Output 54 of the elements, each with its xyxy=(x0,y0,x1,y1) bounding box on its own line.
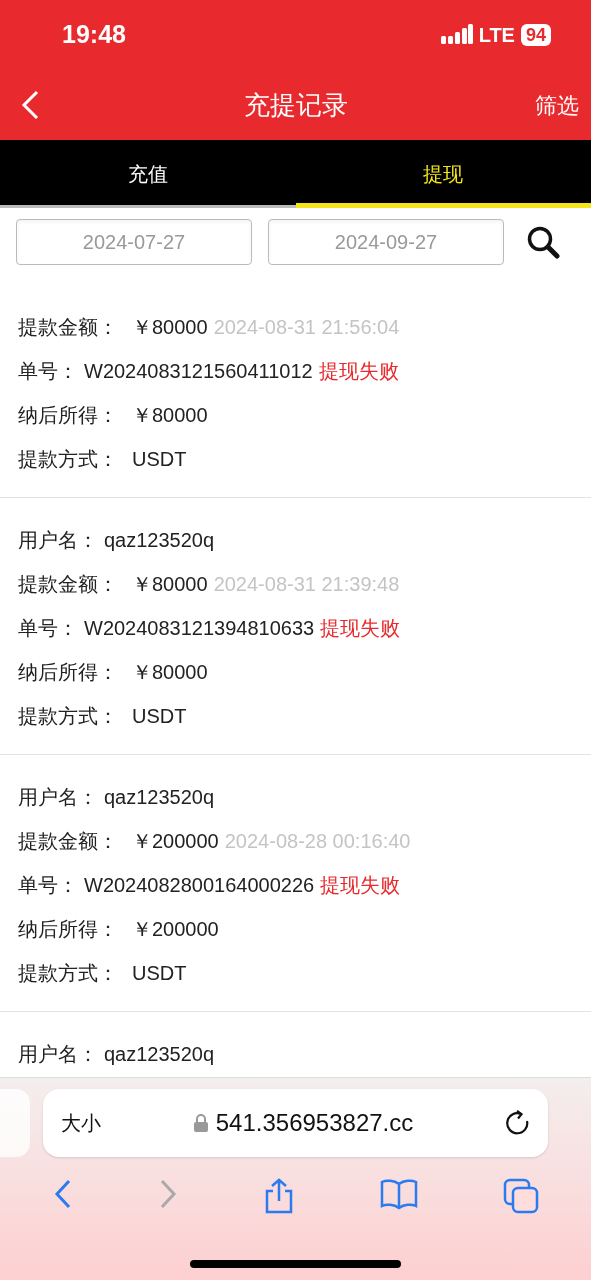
method-value: USDT xyxy=(132,704,187,729)
back-icon[interactable] xyxy=(20,90,40,120)
field-label: 纳后所得： xyxy=(18,917,118,942)
field-label: 提款方式： xyxy=(18,704,118,729)
field-label: 单号： xyxy=(18,873,78,898)
record-time: 2024-08-31 21:39:48 xyxy=(213,572,400,597)
search-icon[interactable] xyxy=(526,224,560,259)
text-size-button[interactable]: 大小 xyxy=(61,1108,101,1138)
net-amount: ￥80000 xyxy=(132,660,208,685)
field-label: 用户名： xyxy=(18,528,98,553)
field-label: 提款方式： xyxy=(18,961,118,986)
method-value: USDT xyxy=(132,961,187,986)
method-value: USDT xyxy=(132,447,187,472)
tab[interactable]: 充值 xyxy=(0,140,296,208)
field-label: 提款金额： xyxy=(18,829,118,854)
status-text: 提现失败 xyxy=(318,359,399,384)
record-time: 2024-08-28 00:16:40 xyxy=(224,829,411,854)
reload-icon[interactable] xyxy=(506,1110,530,1136)
field-label: 提款金额： xyxy=(18,572,118,597)
lock-icon xyxy=(193,1114,208,1132)
tabs-icon[interactable] xyxy=(502,1178,539,1214)
amount-value: ￥200000 xyxy=(132,829,219,854)
back-icon[interactable] xyxy=(52,1178,73,1210)
field-label: 用户名： xyxy=(18,785,98,810)
record-time: 2024-08-31 21:56:04 xyxy=(213,315,400,340)
field-label: 提款金额： xyxy=(18,315,118,340)
order-number: W2024083121394810633 xyxy=(84,616,315,641)
tab[interactable]: 提现 xyxy=(295,140,591,208)
field-label: 单号： xyxy=(18,359,78,384)
field-label: 纳后所得： xyxy=(18,403,118,428)
field-label: 单号： xyxy=(18,616,78,641)
username-value: qaz123520q xyxy=(104,528,215,553)
status-text: 提现失败 xyxy=(320,873,401,898)
status-text: 提现失败 xyxy=(320,616,401,641)
order-number: W2024082800164000226 xyxy=(84,873,315,898)
field-label: 纳后所得： xyxy=(18,660,118,685)
amount-value: ￥80000 xyxy=(132,572,208,597)
signal-icon xyxy=(440,24,473,46)
network-label: LTE xyxy=(478,23,515,48)
field-label: 用户名： xyxy=(18,1042,98,1067)
amount-value: ￥80000 xyxy=(132,315,208,340)
username-value: qaz123520q xyxy=(104,1042,215,1067)
net-amount: ￥200000 xyxy=(132,917,219,942)
book-icon[interactable] xyxy=(379,1178,418,1210)
filter-button[interactable]: 筛选 xyxy=(535,88,579,122)
battery-badge: 94 xyxy=(520,24,551,46)
page-title: 充提记录 xyxy=(243,88,348,122)
address-bar[interactable]: 大小 541.356953827.cc xyxy=(43,1089,548,1157)
net-amount: ￥80000 xyxy=(132,403,208,428)
url-text: 541.356953827.cc xyxy=(215,1108,414,1138)
status-time: 19:48 xyxy=(62,19,126,51)
username-value: qaz123520q xyxy=(104,785,215,810)
field-label: 提款方式： xyxy=(18,447,118,472)
order-number: W2024083121560411012 xyxy=(84,359,313,384)
